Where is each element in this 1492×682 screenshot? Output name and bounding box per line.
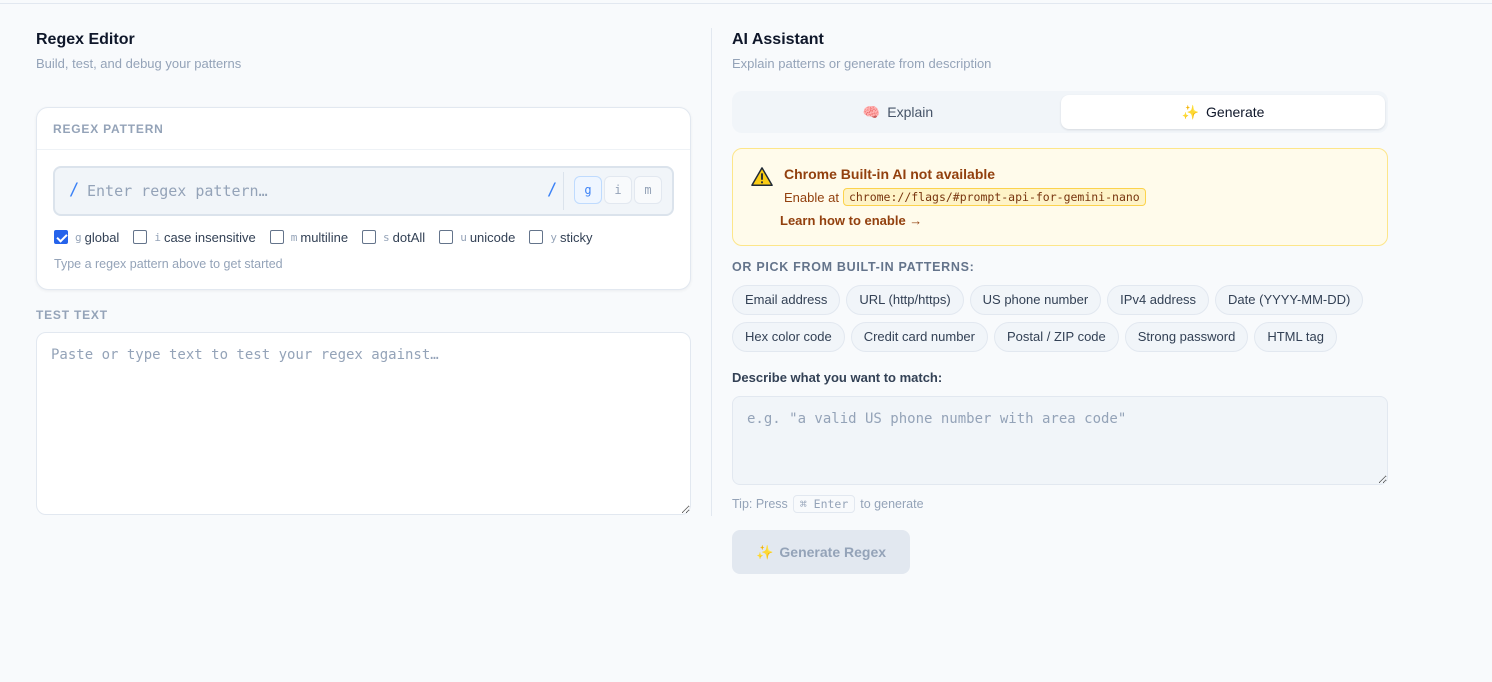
ai-assistant-panel: AI Assistant Explain patterns or generat… [732,30,1388,574]
flag-multiline-label: multiline [300,229,349,245]
chip-date[interactable]: Date (YYYY-MM-DD) [1215,285,1364,315]
flag-multiline-checkbox[interactable] [269,230,284,244]
tab-generate-label: Generate [1206,104,1265,120]
flag-case-insensitive[interactable]: i case insensitive [133,229,256,245]
test-text-input[interactable] [36,332,691,515]
chip-html-tag[interactable]: HTML tag [1254,322,1337,352]
describe-label: Describe what you want to match: [732,370,943,385]
chip-credit-card-number[interactable]: Credit card number [850,322,988,352]
tab-explain-label: Explain [887,104,934,120]
generate-regex-button[interactable]: ✨ Generate Regex [732,530,910,574]
pattern-slash-open: / [69,180,80,200]
panel-divider [711,28,712,516]
flag-case-insensitive-label: case insensitive [163,229,256,245]
flag-dotall-letter: s [383,230,390,244]
builtin-patterns-label: OR PICK FROM BUILT-IN PATTERNS: [732,260,975,274]
generate-tip: Tip: Press ⌘ Enter to generate [732,495,924,513]
flag-sticky[interactable]: y sticky [529,229,593,245]
flag-unicode-label: unicode [469,229,516,245]
tip-suffix: to generate [860,497,924,511]
chips-row-1: Email address URL (http/https) US phone … [732,285,1392,315]
ai-unavailable-alert: Chrome Built-in AI not available Enable … [732,148,1388,246]
flag-dotall-label: dotAll [392,229,426,245]
learn-how-to-enable-link[interactable]: Learn how to enable → [780,213,922,228]
sparkles-icon: ✨ [755,543,774,560]
pattern-input-box: / / g i m [53,166,674,216]
tip-prefix: Tip: Press [732,497,788,511]
assistant-title: AI Assistant [732,31,824,48]
assistant-tabs: 🧠 Explain ✨ Generate [732,91,1388,133]
top-divider [0,3,1492,4]
chip-postal-zip-code[interactable]: Postal / ZIP code [994,322,1119,352]
flag-sticky-letter: y [550,230,557,244]
assistant-subtitle: Explain patterns or generate from descri… [732,56,992,71]
flag-global-letter: g [75,230,82,244]
regex-pattern-label: REGEX PATTERN [37,108,690,150]
test-text-label: TEST TEXT [36,308,108,322]
flag-chips-divider [563,172,564,210]
flag-unicode[interactable]: u unicode [439,230,515,245]
flag-global[interactable]: g global [54,230,119,245]
flag-multiline[interactable]: m multiline [269,229,349,245]
sparkles-icon: ✨ [1181,103,1200,120]
flag-dotall-checkbox[interactable] [362,230,377,244]
flags-row: g global i case insensitive m multiline … [54,227,607,247]
chip-hex-color-code[interactable]: Hex color code [732,322,845,352]
alert-enable-prefix: Enable at [784,189,839,205]
flag-global-label: global [84,229,120,245]
flag-sticky-label: sticky [560,229,593,245]
regex-pattern-input[interactable] [87,176,537,206]
brain-icon: 🧠 [862,103,881,120]
pattern-slash-close: / [547,180,558,200]
flag-unicode-letter: u [460,230,467,244]
chip-email-address[interactable]: Email address [732,285,841,315]
flag-chip-i[interactable]: i [604,176,632,204]
alert-title: Chrome Built-in AI not available [784,166,996,182]
flag-case-insensitive-letter: i [154,230,161,244]
pattern-hint: Type a regex pattern above to get starte… [54,257,283,271]
flag-chip-g[interactable]: g [574,176,602,204]
flag-chip-m[interactable]: m [634,176,662,204]
chip-strong-password[interactable]: Strong password [1124,322,1249,352]
editor-title: Regex Editor [36,31,135,48]
regex-editor-panel: Regex Editor Build, test, and debug your… [36,30,691,515]
tab-explain[interactable]: 🧠 Explain [736,95,1060,129]
flag-global-checkbox[interactable] [54,230,68,244]
editor-subtitle: Build, test, and debug your patterns [36,56,242,71]
generate-regex-label: Generate Regex [779,544,887,560]
chip-us-phone-number[interactable]: US phone number [969,285,1102,315]
flag-multiline-letter: m [290,230,298,244]
chip-ipv4-address[interactable]: IPv4 address [1107,285,1210,315]
chrome-flag-code: chrome://flags/#prompt-api-for-gemini-na… [842,188,1146,206]
flag-sticky-checkbox[interactable] [529,230,544,244]
regex-pattern-card: REGEX PATTERN / / g i m g global i case … [36,107,691,290]
tip-shortcut-key: ⌘ Enter [792,495,856,513]
chips-row-2: Hex color code Credit card number Postal… [732,322,1392,352]
alert-enable-line: Enable at chrome://flags/#prompt-api-for… [784,188,1146,206]
tab-generate[interactable]: ✨ Generate [1061,95,1385,129]
flag-unicode-checkbox[interactable] [439,230,454,244]
flag-case-insensitive-checkbox[interactable] [133,230,148,244]
flag-dotall[interactable]: s dotAll [362,230,425,245]
describe-input[interactable] [732,396,1388,485]
chip-url[interactable]: URL (http/https) [846,285,964,315]
builtin-patterns-chips: Email address URL (http/https) US phone … [732,285,1392,359]
warning-icon [751,167,773,186]
